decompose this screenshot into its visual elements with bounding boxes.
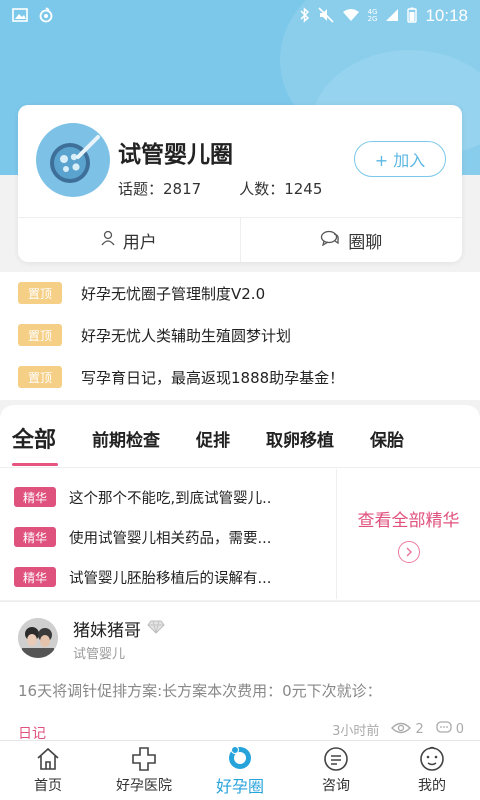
profile-icon: [419, 746, 445, 772]
topic-count: 话题：2817: [118, 180, 202, 198]
pinned-badge: 置顶: [18, 324, 62, 346]
pinned-item[interactable]: 置顶 好孕无忧圈子管理制度V2.0: [0, 272, 480, 314]
bottom-navigation: 首页 好孕医院 好孕圈 咨询 我的: [0, 740, 480, 800]
pinned-badge: 置顶: [18, 366, 62, 388]
post-meta: 3小时前 2 0: [332, 720, 464, 739]
circle-tabs: 用户 圈聊: [18, 218, 462, 262]
comments-value: 0: [455, 722, 464, 737]
circle-title: 试管婴儿圈: [118, 142, 233, 168]
notification-icon: [38, 6, 54, 26]
views-value: 2: [415, 722, 424, 737]
circle-stats: 话题：2817 人数：1245: [118, 178, 322, 199]
image-icon: [12, 7, 28, 25]
post-author-name: 猪妹猪哥: [73, 621, 141, 641]
tab-users-label: 用户: [122, 232, 157, 253]
nav-consult-label: 咨询: [322, 778, 350, 794]
circle-info-card: 试管婴儿圈 话题：2817 人数：1245 + 加入 用户 圈聊: [18, 105, 462, 262]
member-count: 人数：1245: [239, 180, 323, 198]
pinned-list: 置顶 好孕无忧圈子管理制度V2.0 置顶 好孕无忧人类辅助生殖圆梦计划 置顶 写…: [0, 272, 480, 400]
avatar[interactable]: [18, 618, 58, 658]
tab-users[interactable]: 用户: [18, 218, 240, 262]
featured-list: 精华 这个那个不能吃,到底试管婴儿.. 精华 使用试管婴儿相关药品，需要... …: [0, 477, 336, 597]
nav-profile[interactable]: 我的: [384, 741, 480, 800]
user-icon: [101, 230, 115, 251]
comments-count: 0: [436, 720, 464, 739]
content-section: 全部 前期检查 促排 取卵移植 保胎 精华 这个那个不能吃,到底试管婴儿.. 精…: [0, 405, 480, 600]
mute-icon: [317, 6, 334, 26]
circle-icon: [226, 744, 254, 770]
comment-icon: [436, 720, 452, 739]
status-time: 10:18: [425, 6, 468, 25]
join-button[interactable]: + 加入: [354, 141, 446, 177]
featured-title: 使用试管婴儿相关药品，需要...: [69, 530, 272, 547]
nav-home-label: 首页: [34, 778, 62, 794]
featured-badge: 精华: [14, 487, 56, 507]
view-all-featured-button[interactable]: 查看全部精华: [337, 469, 480, 599]
post-author[interactable]: 猪妹猪哥: [73, 616, 165, 641]
tab-chat[interactable]: 圈聊: [239, 218, 463, 262]
pinned-badge: 置顶: [18, 282, 62, 304]
tab-retrieval-transfer[interactable]: 取卵移植: [266, 426, 334, 451]
net-2g-label: 2G: [367, 15, 378, 23]
active-tab-indicator: [12, 463, 58, 466]
nav-hospital-label: 好孕医院: [116, 778, 172, 794]
pinned-title: 好孕无忧人类辅助生殖圆梦计划: [81, 326, 292, 345]
featured-badge: 精华: [14, 567, 56, 587]
featured-item[interactable]: 精华 使用试管婴儿相关药品，需要...: [0, 517, 336, 557]
featured-title: 试管婴儿胚胎移植后的误解有...: [69, 570, 272, 587]
hospital-cross-icon: [131, 746, 157, 772]
nav-circle[interactable]: 好孕圈: [192, 741, 288, 800]
pinned-item[interactable]: 置顶 写孕育日记，最高返现1888助孕基金！: [0, 356, 480, 398]
eye-icon: [391, 722, 412, 738]
featured-item[interactable]: 精华 这个那个不能吃,到底试管婴儿..: [0, 477, 336, 517]
category-tabs: 全部 前期检查 促排 取卵移植 保胎: [0, 405, 480, 471]
home-icon: [35, 746, 61, 772]
nav-consult[interactable]: 咨询: [288, 741, 384, 800]
chat-icon: [320, 230, 340, 251]
view-all-featured-label: 查看全部精华: [357, 510, 460, 531]
tabs-divider: [0, 467, 480, 468]
status-bar: 4G 2G 10:18: [0, 0, 480, 32]
chevron-right-icon: [397, 540, 420, 563]
bluetooth-icon: [300, 6, 310, 26]
featured-item[interactable]: 精华 试管婴儿胚胎移植后的误解有...: [0, 557, 336, 597]
pinned-title: 写孕育日记，最高返现1888助孕基金！: [81, 368, 345, 387]
views-count: 2: [391, 722, 424, 738]
nav-hospital[interactable]: 好孕医院: [96, 741, 192, 800]
nav-profile-label: 我的: [418, 778, 446, 794]
nav-home[interactable]: 首页: [0, 741, 96, 800]
post-time: 3小时前: [332, 724, 380, 739]
tab-pre-check[interactable]: 前期检查: [92, 426, 160, 451]
pinned-item[interactable]: 置顶 好孕无忧人类辅助生殖圆梦计划: [0, 314, 480, 356]
diamond-icon: [147, 619, 165, 639]
signal-bars-icon: [385, 8, 399, 25]
post-card[interactable]: 猪妹猪哥 试管婴儿 16天将调针促排方案:长方案本次费用：0元下次就诊： 日记 …: [0, 601, 480, 746]
tab-stimulation[interactable]: 促排: [196, 426, 230, 451]
consult-icon: [323, 746, 349, 772]
circle-avatar: [36, 123, 110, 197]
featured-title: 这个那个不能吃,到底试管婴儿..: [69, 490, 272, 507]
battery-icon: [407, 7, 418, 26]
tab-all[interactable]: 全部: [12, 422, 56, 454]
featured-badge: 精华: [14, 527, 56, 547]
nav-circle-label: 好孕圈: [215, 777, 264, 796]
post-circle-name: 试管婴儿: [73, 647, 126, 662]
tab-pregnancy-care[interactable]: 保胎: [370, 426, 404, 451]
tab-chat-label: 圈聊: [348, 232, 383, 253]
signal-icon: 4G 2G: [368, 9, 378, 23]
wifi-icon: [342, 8, 360, 25]
post-excerpt: 16天将调针促排方案:长方案本次费用：0元下次就诊：: [18, 682, 382, 700]
pinned-title: 好孕无忧圈子管理制度V2.0: [81, 284, 266, 303]
